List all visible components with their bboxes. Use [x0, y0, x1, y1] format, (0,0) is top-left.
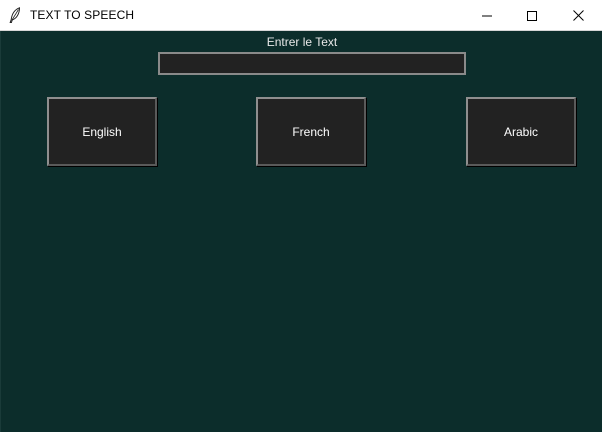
text-input[interactable]	[158, 52, 466, 75]
french-button[interactable]: French	[256, 97, 366, 166]
arabic-button[interactable]: Arabic	[466, 97, 576, 166]
text-input-label: Entrer le Text	[266, 35, 338, 49]
title-bar[interactable]: TEXT TO SPEECH	[0, 0, 602, 31]
close-icon	[572, 10, 584, 21]
feather-icon	[9, 7, 21, 24]
minimize-button[interactable]	[464, 0, 510, 31]
english-button[interactable]: English	[47, 97, 157, 166]
minimize-icon	[482, 11, 492, 21]
window-title: TEXT TO SPEECH	[30, 8, 135, 22]
close-button[interactable]	[555, 0, 601, 31]
main-content: Entrer le Text English French Arabic	[0, 31, 602, 432]
maximize-icon	[527, 10, 537, 21]
maximize-button[interactable]	[509, 0, 555, 31]
